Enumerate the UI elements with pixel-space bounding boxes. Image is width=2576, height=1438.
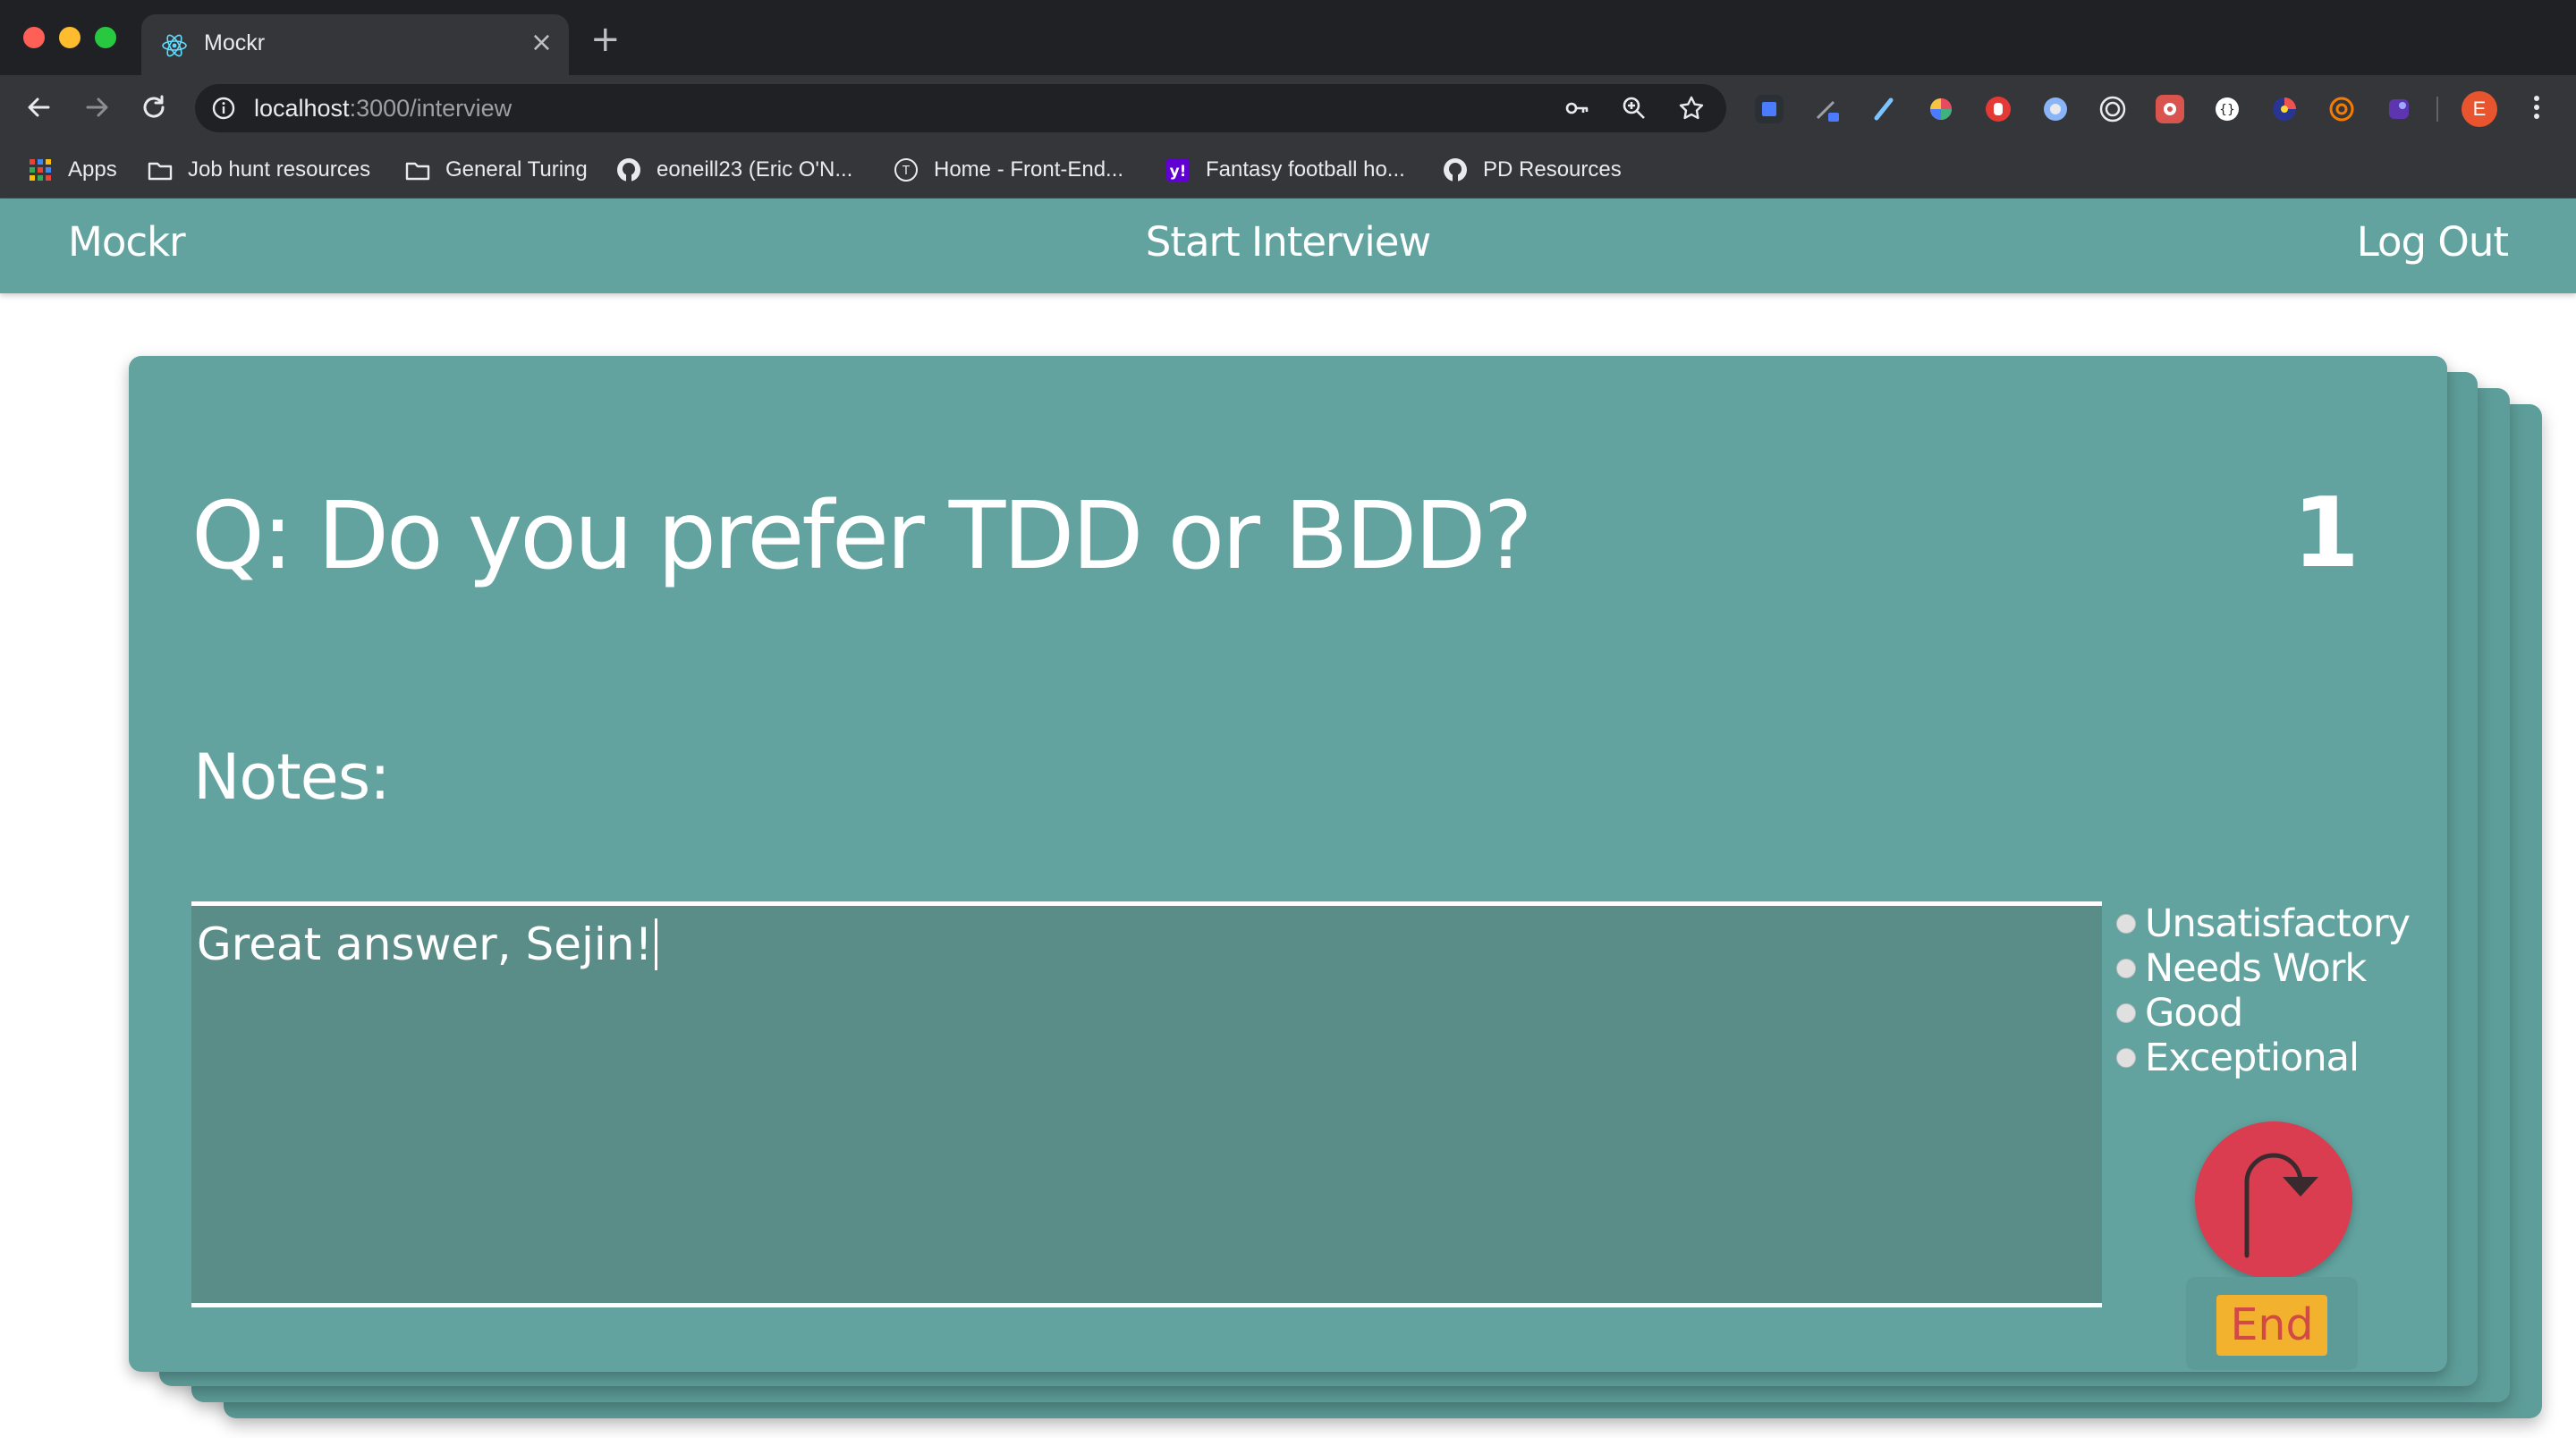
notes-label: Notes: [193,740,391,814]
svg-text:T: T [902,165,910,178]
key-icon[interactable] [1563,95,1590,122]
more-menu-icon[interactable] [2528,89,2546,125]
extension-colorwheel-icon[interactable] [1927,95,1955,123]
apps-grid-icon [30,159,51,181]
github-icon [1444,158,1467,182]
notes-text: Great answer, Sejin! [197,918,657,970]
bookmark-apps[interactable]: Apps [27,154,117,186]
tab-strip: Mockr × + [0,0,2576,75]
bookmark-label: eoneill23 (Eric O'N... [657,157,853,182]
bookmark-pd-resources[interactable]: PD Resources [1442,154,1622,186]
extension-target-icon[interactable] [2098,95,2127,123]
folder-icon [148,162,173,181]
toolbar-divider [2436,97,2438,122]
zoom-icon[interactable] [1621,95,1648,122]
question-text: Q: Do you prefer TDD or BDD? [191,481,1533,590]
log-out-link[interactable]: Log Out [2357,218,2509,266]
end-button-container: End [2186,1277,2358,1370]
bookmark-general-turing[interactable]: General Turing [404,154,588,186]
notes-textarea[interactable]: Great answer, Sejin! [191,901,2102,1307]
url-host: localhost [254,95,350,122]
bookmark-eoneill23[interactable]: eoneill23 (Eric O'N... [615,154,852,186]
back-arrow-icon[interactable] [21,89,57,125]
yahoo-icon: y! [1166,158,1190,182]
reload-icon[interactable] [136,89,172,125]
bookmark-job-hunt-resources[interactable]: Job hunt resources [147,154,370,186]
new-tab-button[interactable]: + [590,21,621,57]
minimize-window-button[interactable] [59,27,80,48]
browser-toolbar: localhost:3000/interview {} E [0,75,2576,141]
close-window-button[interactable] [23,27,45,48]
rating-label: Good [2145,991,2243,1036]
notes-value: Great answer, Sejin! [197,918,653,970]
redo-arrow-icon [2244,1153,2318,1258]
rating-option-needs-work[interactable]: Needs Work [2116,946,2367,991]
svg-text:y!: y! [1170,163,1187,181]
extension-highlighter-icon[interactable] [1869,95,1898,123]
folder-icon [405,162,430,181]
bookmark-home-front-end[interactable]: T Home - Front-End... [893,154,1123,186]
radio-button[interactable] [2116,959,2136,978]
maximize-window-button[interactable] [95,27,116,48]
extension-square-icon[interactable] [1755,95,1784,123]
rating-option-good[interactable]: Good [2116,991,2243,1036]
profile-avatar[interactable]: E [2462,91,2497,127]
extension-swirl-icon[interactable] [2327,95,2356,123]
bookmark-label: Job hunt resources [188,157,371,182]
extension-code-icon[interactable]: {} [2213,95,2241,123]
browser-chrome: Mockr × + localhost:3000/interview {} E … [0,0,2576,199]
radio-button[interactable] [2116,914,2136,934]
extension-hand-icon[interactable] [1984,95,2012,123]
start-interview-link[interactable]: Start Interview [0,218,2576,266]
bookmark-label: PD Resources [1483,157,1622,182]
forward-arrow-icon[interactable] [79,89,114,125]
bookmark-label: Home - Front-End... [934,157,1124,182]
rating-label: Needs Work [2145,946,2367,991]
rating-option-exceptional[interactable]: Exceptional [2116,1036,2360,1080]
next-question-button[interactable] [2195,1121,2352,1279]
rating-label: Unsatisfactory [2145,901,2411,946]
extension-circle-icon[interactable] [2041,95,2070,123]
browser-tab[interactable]: Mockr × [141,14,569,75]
url-text[interactable]: localhost:3000/interview [254,95,512,123]
extension-pen-icon[interactable] [1812,95,1841,123]
app-navbar: Mockr Start Interview Log Out [0,199,2576,293]
bookmarks-bar: Apps Job hunt resources General Turing e… [0,141,2576,199]
tab-title: Mockr [204,30,266,55]
bookmark-label: Apps [68,157,117,182]
extension-gear-icon[interactable] [2156,95,2184,123]
svg-text:{}: {} [2219,103,2235,117]
question-number: 1 [2292,478,2360,589]
turing-icon: T [894,158,918,182]
rating-option-unsatisfactory[interactable]: Unsatisfactory [2116,901,2411,946]
react-icon [162,34,187,57]
extension-pie-icon[interactable] [2270,95,2299,123]
radio-button[interactable] [2116,1003,2136,1023]
url-path: :3000/interview [349,95,513,122]
bookmark-fantasy-football[interactable]: y! Fantasy football ho... [1165,154,1405,186]
radio-button[interactable] [2116,1048,2136,1068]
text-caret [654,918,657,970]
extension-puzzle-icon[interactable] [2385,95,2413,123]
star-icon[interactable] [1678,95,1705,122]
bookmark-label: General Turing [445,157,588,182]
address-bar[interactable]: localhost:3000/interview [195,84,1726,132]
end-interview-button[interactable]: End [2216,1295,2327,1356]
info-icon[interactable] [211,96,236,121]
question-card: Q: Do you prefer TDD or BDD? 1 Notes: Gr… [129,356,2447,1372]
github-icon [617,158,640,182]
rating-label: Exceptional [2145,1036,2360,1080]
tab-close-icon[interactable]: × [530,27,553,59]
bookmark-label: Fantasy football ho... [1206,157,1405,182]
